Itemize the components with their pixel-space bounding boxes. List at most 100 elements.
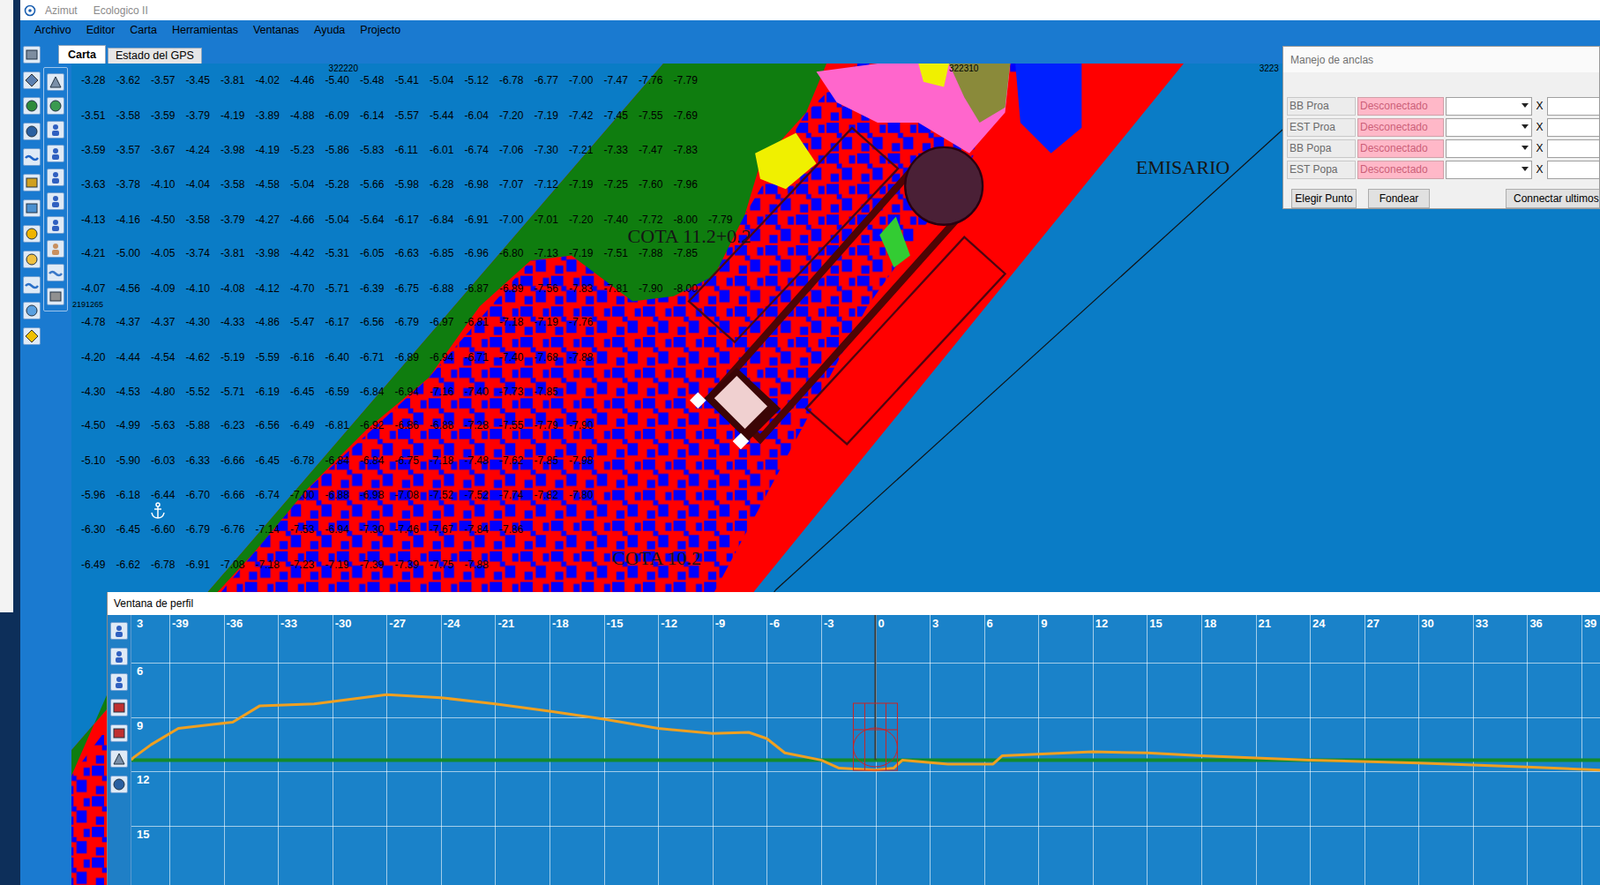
anchor-input[interactable] (1547, 160, 1600, 180)
ship-icon[interactable] (22, 148, 41, 166)
anchor-dropdown[interactable] (1445, 139, 1533, 158)
anchor-input[interactable] (1547, 118, 1600, 137)
menu-item[interactable]: Ventanas (253, 22, 300, 39)
ruler-icon[interactable] (46, 287, 65, 306)
title-bar: AzimutEcologico II (20, 0, 1600, 21)
dialog-button[interactable]: Elegir Punto (1291, 188, 1357, 209)
globe-icon[interactable] (22, 97, 41, 115)
anchor-clear[interactable]: X (1533, 161, 1546, 178)
ruler-icon[interactable] (110, 724, 128, 742)
target-icon[interactable] (46, 97, 65, 115)
anchor-clear[interactable]: X (1533, 97, 1546, 114)
person-icon[interactable] (110, 647, 128, 666)
tab[interactable]: Estado del GPS (107, 47, 202, 64)
easting-label: 322310 (949, 63, 979, 74)
chart-icon[interactable] (22, 199, 41, 217)
sounding: -6.98 (464, 178, 501, 191)
tab-label[interactable]: Estado del GPS (115, 47, 195, 65)
water-icon[interactable] (22, 301, 41, 320)
anchor-icon[interactable] (149, 501, 166, 520)
sounding-row: -5.10-5.90-6.03-6.33-6.66-6.45-6.78-6.84… (81, 454, 605, 467)
boat-icon[interactable] (46, 263, 65, 282)
sounding: -7.47 (638, 143, 674, 157)
sounding: -7.62 (499, 454, 535, 467)
menu-item[interactable]: Carta (129, 22, 158, 39)
anchor-input[interactable] (1547, 97, 1600, 116)
person-icon[interactable] (110, 672, 128, 691)
wave-icon[interactable] (22, 276, 41, 294)
chevron-down-icon[interactable] (1521, 103, 1529, 109)
anchor-status: Desconectado (1357, 160, 1444, 180)
sounding: -6.30 (81, 523, 117, 536)
tools-icon[interactable] (22, 71, 41, 90)
triangle-icon[interactable] (46, 73, 65, 91)
sounding: -5.57 (395, 109, 431, 122)
grid-line (131, 662, 1600, 664)
anchor-clear[interactable]: X (1533, 140, 1546, 157)
menu-item[interactable]: Herramientas (171, 22, 239, 39)
sounding: -5.44 (429, 109, 465, 122)
profile-chart[interactable]: -39-36-33-30-27-24-21-18-15-12-9-6-30369… (131, 614, 1600, 885)
ruler-icon[interactable] (110, 698, 128, 717)
sounding: -7.19 (568, 178, 605, 191)
hand-icon[interactable] (46, 239, 65, 258)
sounding: -5.98 (395, 178, 431, 191)
tab[interactable]: Carta (58, 44, 106, 64)
helm-icon[interactable] (22, 122, 41, 141)
grid-line (494, 614, 496, 885)
sounding: -5.47 (290, 315, 326, 329)
sounding: -5.66 (359, 178, 396, 191)
sounding: -7.14 (255, 523, 292, 536)
anchor-input[interactable] (1547, 139, 1600, 158)
person-icon[interactable] (46, 216, 65, 234)
chevron-down-icon[interactable] (1521, 166, 1529, 172)
y-tick: 12 (136, 772, 150, 786)
sounding: -7.52 (429, 488, 465, 501)
menu-item[interactable]: Archivo (34, 22, 72, 39)
sounding: -6.18 (116, 488, 152, 501)
menu-item[interactable]: Projecto (359, 22, 401, 39)
sounding: -7.30 (359, 523, 396, 536)
triangle-icon[interactable] (110, 749, 128, 768)
anchor-clear[interactable]: X (1533, 119, 1546, 135)
anchor-label: BB Popa (1286, 139, 1356, 158)
sun-icon[interactable] (22, 224, 41, 243)
dialog-button[interactable]: Fondear (1368, 188, 1430, 209)
dialog-button[interactable]: Connectar ultimos (1505, 188, 1600, 209)
sounding: -6.96 (464, 246, 501, 260)
menu-bar: Archivo Editor Carta Herramientas Ventanas Ay… (20, 20, 1600, 41)
sounding: -4.27 (255, 213, 292, 226)
x-tick: 24 (1312, 616, 1325, 630)
sounding: -6.78 (290, 454, 326, 467)
x-tick: 39 (1584, 616, 1597, 630)
sounding: -6.66 (220, 454, 256, 467)
menu-item[interactable]: Ayuda (314, 22, 345, 39)
menu-item[interactable]: Editor (86, 22, 116, 39)
person-icon[interactable] (46, 144, 65, 163)
sounding: -6.89 (395, 351, 431, 364)
layers-icon[interactable] (22, 173, 41, 192)
person-icon[interactable] (46, 120, 65, 139)
x-tick: -6 (769, 616, 780, 630)
weather-icon[interactable] (22, 250, 41, 269)
sounding: -4.09 (150, 282, 187, 295)
person-icon[interactable] (46, 168, 65, 187)
x-tick: 9 (1040, 616, 1047, 630)
person-icon[interactable] (46, 192, 65, 210)
helm-icon[interactable] (110, 775, 128, 793)
person-icon[interactable] (110, 621, 128, 640)
tab-label[interactable]: Carta (67, 46, 97, 64)
chevron-down-icon[interactable] (1521, 124, 1529, 130)
x-tick: 33 (1475, 616, 1488, 630)
sounding: -6.01 (429, 143, 465, 157)
sounding: -3.62 (116, 74, 152, 87)
chevron-down-icon[interactable] (1521, 145, 1529, 151)
save-icon[interactable] (22, 45, 41, 64)
warning-icon[interactable] (22, 327, 41, 345)
sounding: -7.47 (604, 74, 640, 87)
sounding: -7.82 (534, 488, 570, 501)
anchor-dropdown[interactable] (1445, 97, 1533, 116)
sounding: -3.59 (150, 109, 187, 122)
anchor-dropdown[interactable] (1445, 160, 1533, 180)
anchor-dropdown[interactable] (1445, 118, 1533, 137)
